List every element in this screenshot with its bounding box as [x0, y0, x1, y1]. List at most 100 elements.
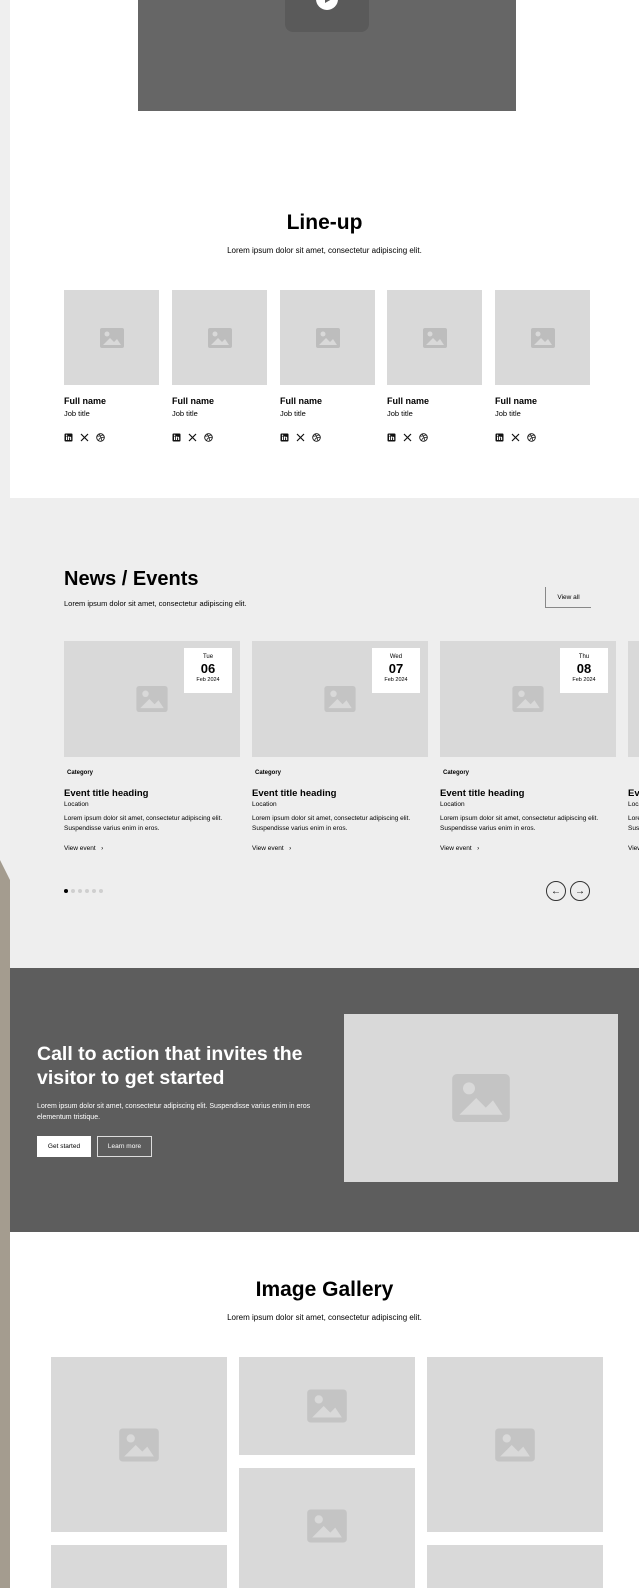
dribbble-icon[interactable] [204, 429, 213, 442]
team-member: Full name Job title [280, 290, 375, 442]
news-events-section: News / Events Lorem ipsum dolor sit amet… [10, 498, 639, 968]
member-photo [64, 290, 159, 385]
arrow-right-icon: → [575, 885, 585, 897]
pagination-dot[interactable] [64, 889, 68, 893]
event-location: Location [440, 801, 465, 808]
pagination-dot[interactable] [85, 889, 89, 893]
linkedin-icon[interactable] [495, 429, 504, 442]
carousel-prev-button[interactable]: ← [546, 881, 566, 901]
cta-heading: Call to action that invites the visitor … [37, 1043, 303, 1089]
image-icon [495, 1428, 535, 1461]
view-all-button[interactable]: View all [545, 587, 591, 608]
event-heading: Event title heading [628, 788, 639, 799]
view-event-link[interactable]: View event › [252, 845, 291, 852]
member-name: Full name [387, 396, 430, 406]
pagination-dot[interactable] [92, 889, 96, 893]
gallery-image[interactable] [427, 1545, 603, 1588]
dribbble-icon[interactable] [96, 429, 105, 442]
view-event-label: View event [252, 845, 284, 852]
image-icon [422, 327, 447, 348]
x-icon[interactable] [403, 429, 412, 442]
arrow-left-icon: ← [551, 885, 561, 897]
member-name: Full name [64, 396, 107, 406]
event-description: Lorem ipsum dolor sit amet, consectetur … [64, 815, 223, 832]
get-started-button[interactable]: Get started [37, 1136, 91, 1157]
event-month: Feb 2024 [384, 677, 408, 683]
event-location: Location [628, 801, 639, 808]
event-date: Thu 08 Feb 2024 [560, 648, 608, 693]
team-member: Full name Job title [387, 290, 482, 442]
pagination-dot[interactable] [99, 889, 103, 893]
lineup-title: Line-up [286, 211, 363, 234]
left-background-shape [0, 860, 10, 1588]
view-event-label: View event [440, 845, 472, 852]
event-category: Category [67, 770, 94, 776]
learn-more-button[interactable]: Learn more [97, 1136, 152, 1157]
news-title: News / Events [64, 568, 199, 590]
news-subtitle: Lorem ipsum dolor sit amet, consectetur … [64, 599, 247, 608]
gallery-image[interactable] [51, 1545, 227, 1588]
linkedin-icon[interactable] [172, 429, 181, 442]
dribbble-icon[interactable] [312, 429, 321, 442]
view-event-link[interactable]: View event [628, 845, 639, 852]
image-icon [119, 1428, 159, 1461]
linkedin-icon[interactable] [387, 429, 396, 442]
event-day: 07 [388, 661, 404, 676]
image-icon [452, 1074, 510, 1122]
team-member: Full name Job title [495, 290, 590, 442]
gallery-image[interactable] [239, 1468, 415, 1588]
gallery-image[interactable] [239, 1357, 415, 1455]
image-icon [207, 327, 232, 348]
event-weekday: Tue [202, 654, 214, 660]
dribbble-icon[interactable] [527, 429, 536, 442]
chevron-right-icon: › [97, 845, 104, 852]
event-heading: Event title heading [64, 788, 149, 799]
carousel-next-button[interactable]: → [570, 881, 590, 901]
team-member: Full name Job title [172, 290, 267, 442]
linkedin-icon[interactable] [64, 429, 73, 442]
event-day: 06 [200, 661, 216, 676]
member-job: Job title [64, 409, 90, 418]
play-icon[interactable] [285, 0, 369, 32]
event-heading: Event title heading [252, 788, 337, 799]
x-icon[interactable] [296, 429, 305, 442]
gallery-title: Image Gallery [255, 1278, 394, 1301]
cta-image [344, 1014, 618, 1182]
view-event-link[interactable]: View event › [64, 845, 103, 852]
member-photo [280, 290, 375, 385]
image-icon [530, 327, 555, 348]
event-location: Location [252, 801, 277, 808]
event-card[interactable]: Thu 08 Feb 2024 Category Event title hea… [440, 641, 616, 852]
event-image: Wed 07 Feb 2024 [252, 641, 428, 757]
event-description: Lorem ipsum dolor sit amet, consectetur … [440, 815, 599, 832]
team-member: Full name Job title [64, 290, 159, 442]
image-icon [324, 686, 356, 712]
gallery-image[interactable] [427, 1357, 603, 1532]
member-photo [495, 290, 590, 385]
chevron-right-icon: › [285, 845, 292, 852]
event-day: 08 [576, 661, 592, 676]
event-image: Thu 08 Feb 2024 [440, 641, 616, 757]
member-job: Job title [387, 409, 413, 418]
x-icon[interactable] [188, 429, 197, 442]
member-name: Full name [280, 396, 323, 406]
video-player[interactable] [138, 0, 516, 111]
dribbble-icon[interactable] [419, 429, 428, 442]
x-icon[interactable] [80, 429, 89, 442]
event-date: Wed 07 Feb 2024 [372, 648, 420, 693]
carousel-pagination [64, 889, 103, 893]
member-job: Job title [495, 409, 521, 418]
pagination-dot[interactable] [71, 889, 75, 893]
gallery-image[interactable] [51, 1357, 227, 1532]
event-heading: Event title heading [440, 788, 525, 799]
x-icon[interactable] [511, 429, 520, 442]
event-weekday: Thu [578, 654, 590, 660]
pagination-dot[interactable] [78, 889, 82, 893]
event-card[interactable]: Tue 06 Feb 2024 Category Event title hea… [64, 641, 240, 852]
member-photo [172, 290, 267, 385]
linkedin-icon[interactable] [280, 429, 289, 442]
view-event-link[interactable]: View event › [440, 845, 479, 852]
lineup-subtitle: Lorem ipsum dolor sit amet, consectetur … [227, 246, 422, 255]
event-card[interactable]: Event title heading Location Lorem ipsum… [628, 641, 639, 852]
event-card[interactable]: Wed 07 Feb 2024 Category Event title hea… [252, 641, 428, 852]
